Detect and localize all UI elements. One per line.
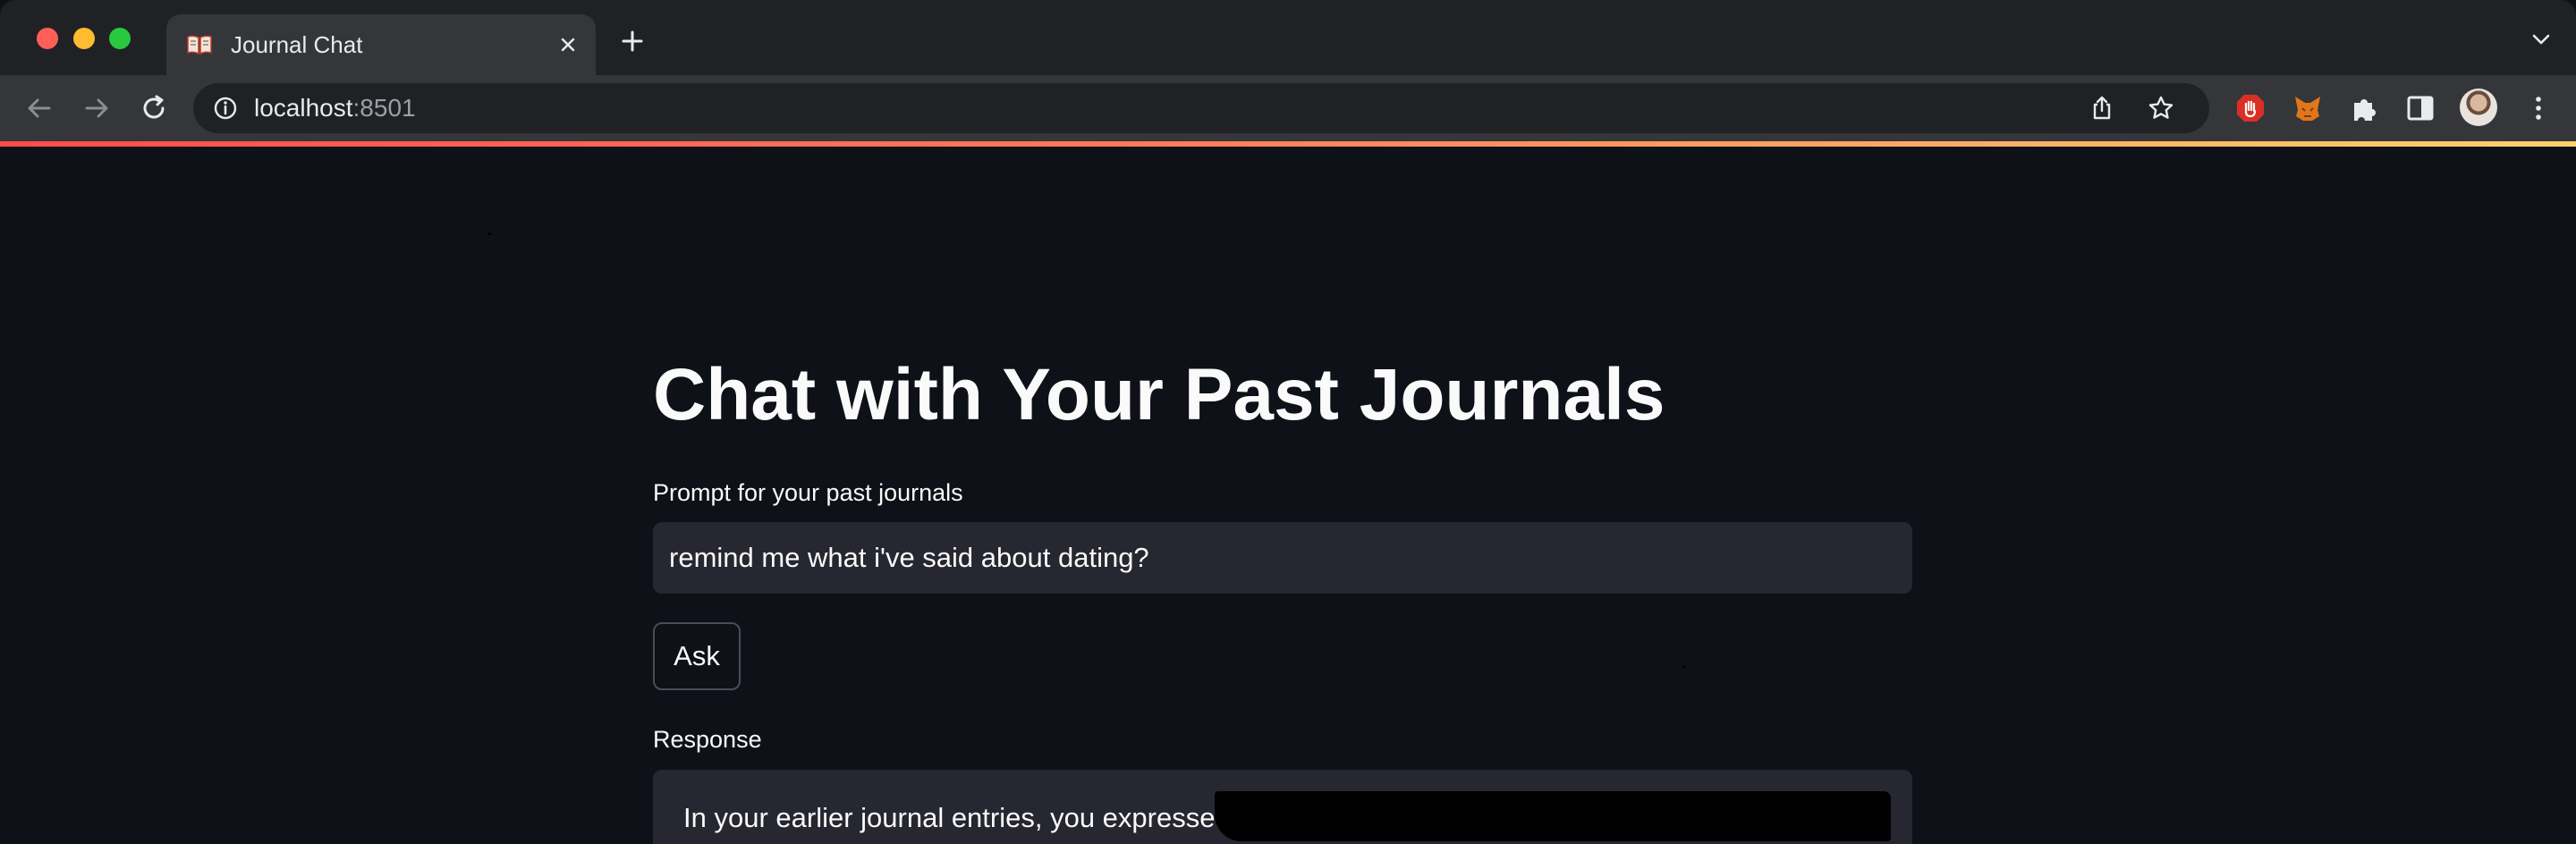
plus-icon[interactable]	[619, 28, 646, 55]
decorative-dot	[488, 232, 491, 235]
window-maximize-button[interactable]	[109, 28, 131, 49]
tab-journal-chat[interactable]: Journal Chat	[166, 14, 596, 75]
redaction-mark	[1215, 791, 1891, 841]
side-panel-icon[interactable]	[2404, 92, 2436, 124]
url-host: localhost	[254, 94, 353, 122]
url-port: :8501	[352, 94, 416, 122]
profile-avatar[interactable]	[2460, 89, 2497, 126]
window-minimize-button[interactable]	[73, 28, 95, 49]
close-icon[interactable]	[555, 31, 581, 58]
tab-title: Journal Chat	[231, 31, 363, 58]
back-arrow-icon[interactable]	[22, 91, 56, 125]
address-bar[interactable]: localhost:8501	[193, 83, 2209, 133]
response-box: In your earlier journal entries, you exp…	[653, 770, 1912, 844]
response-text: In your earlier journal entries, you exp…	[683, 802, 1231, 833]
tab-strip: Journal Chat	[0, 0, 2576, 75]
page-title: Chat with Your Past Journals	[653, 354, 1665, 435]
browser-toolbar: localhost:8501	[0, 75, 2576, 141]
share-icon[interactable]	[2088, 94, 2116, 122]
page-content: Chat with Your Past Journals Prompt for …	[0, 147, 2576, 844]
window-close-button[interactable]	[37, 28, 58, 49]
info-icon[interactable]	[213, 96, 238, 121]
chevron-down-icon[interactable]	[2529, 30, 2553, 48]
adblock-icon[interactable]	[2234, 92, 2267, 124]
response-label: Response	[653, 726, 762, 753]
more-vertical-icon[interactable]	[2522, 92, 2555, 124]
open-book-icon	[187, 35, 212, 55]
forward-arrow-icon[interactable]	[80, 91, 114, 125]
browser-window: Journal Chat localhost:8501 Chat with Yo…	[0, 0, 2576, 844]
bookmark-star-icon[interactable]	[2147, 94, 2175, 122]
prompt-input[interactable]: remind me what i've said about dating?	[653, 522, 1912, 594]
puzzle-icon[interactable]	[2349, 92, 2381, 124]
ask-button[interactable]: Ask	[653, 622, 741, 690]
reload-icon[interactable]	[137, 91, 171, 125]
decorative-dot	[1682, 665, 1685, 668]
url-text: localhost:8501	[254, 94, 416, 122]
fox-wallet-icon[interactable]	[2292, 92, 2324, 124]
prompt-label: Prompt for your past journals	[653, 479, 963, 506]
